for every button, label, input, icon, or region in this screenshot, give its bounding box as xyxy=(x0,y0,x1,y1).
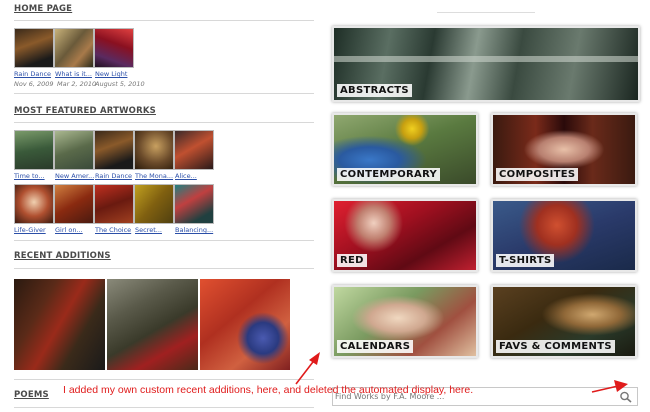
featured-thumb-8[interactable] xyxy=(94,184,134,224)
featured-thumb-4[interactable] xyxy=(134,130,174,170)
home-date-2: Mar 2, 2010 xyxy=(57,80,97,88)
featured-thumb-2[interactable] xyxy=(54,130,94,170)
recent-thumb-1[interactable] xyxy=(14,279,105,370)
home-date-3: August 5, 2010 xyxy=(95,80,145,88)
divider xyxy=(14,268,314,269)
home-thumb-new-light[interactable] xyxy=(94,28,134,68)
annotation-arrow-left-icon xyxy=(295,352,320,385)
category-label-contemporary: CONTEMPORARY xyxy=(337,168,441,181)
category-tile-abstracts[interactable]: ABSTRACTS xyxy=(332,26,640,102)
featured-caption-2[interactable]: New Amer... xyxy=(55,172,94,180)
recent-additions-title[interactable]: RECENT ADDITIONS xyxy=(14,251,111,261)
divider xyxy=(14,93,314,94)
category-label-composites: COMPOSITES xyxy=(496,168,579,181)
home-thumb-rain-dance[interactable] xyxy=(14,28,54,68)
top-divider xyxy=(437,12,535,13)
poems-title[interactable]: POEMS xyxy=(14,390,49,400)
annotation-text: I added my own custom recent additions, … xyxy=(63,384,474,396)
category-tile-composites[interactable]: COMPOSITES xyxy=(491,113,637,186)
divider xyxy=(14,407,314,408)
category-tile-t-shirts[interactable]: T-SHIRTS xyxy=(491,199,637,272)
featured-caption-9[interactable]: Secret... xyxy=(135,226,174,234)
category-tile-favs-comments[interactable]: FAVS & COMMENTS xyxy=(491,285,637,358)
home-page-title[interactable]: HOME PAGE xyxy=(14,4,72,14)
home-caption-1[interactable]: Rain Dance xyxy=(14,70,54,78)
featured-caption-5[interactable]: Alice... xyxy=(175,172,214,180)
category-tile-red[interactable]: RED xyxy=(332,199,478,272)
category-label-calendars: CALENDARS xyxy=(337,340,414,353)
featured-caption-3[interactable]: Rain Dance xyxy=(95,172,134,180)
category-label-favs-comments: FAVS & COMMENTS xyxy=(496,340,615,353)
featured-caption-1[interactable]: Time to... xyxy=(14,172,54,180)
featured-caption-6[interactable]: Life-Giver xyxy=(14,226,54,234)
featured-thumb-10[interactable] xyxy=(174,184,214,224)
category-tile-contemporary[interactable]: CONTEMPORARY xyxy=(332,113,478,186)
abstracts-artwork-stripe xyxy=(334,56,638,62)
divider xyxy=(14,122,314,123)
home-caption-2[interactable]: What is it... xyxy=(55,70,94,78)
category-label-abstracts: ABSTRACTS xyxy=(337,84,412,97)
category-label-t-shirts: T-SHIRTS xyxy=(496,254,555,267)
search-icon[interactable] xyxy=(619,391,633,403)
home-thumb-what-is-it[interactable] xyxy=(54,28,94,68)
category-label-red: RED xyxy=(337,254,367,267)
divider xyxy=(14,20,314,21)
featured-thumb-7[interactable] xyxy=(54,184,94,224)
divider xyxy=(14,240,314,241)
featured-thumb-9[interactable] xyxy=(134,184,174,224)
featured-caption-10[interactable]: Balancing... xyxy=(175,226,214,234)
featured-thumb-3[interactable] xyxy=(94,130,134,170)
home-caption-3[interactable]: New Light xyxy=(95,70,135,78)
recent-thumb-2[interactable] xyxy=(107,279,198,370)
category-tile-calendars[interactable]: CALENDARS xyxy=(332,285,478,358)
featured-thumb-6[interactable] xyxy=(14,184,54,224)
recent-thumb-3[interactable] xyxy=(200,279,290,370)
featured-thumb-1[interactable] xyxy=(14,130,54,170)
featured-caption-7[interactable]: Girl on... xyxy=(55,226,94,234)
featured-title[interactable]: MOST FEATURED ARTWORKS xyxy=(14,106,156,116)
home-date-1: Nov 6, 2009 xyxy=(14,80,54,88)
featured-caption-8[interactable]: The Choice xyxy=(95,226,134,234)
featured-caption-4[interactable]: The Mona... xyxy=(135,172,174,180)
featured-thumb-5[interactable] xyxy=(174,130,214,170)
divider xyxy=(14,379,314,380)
